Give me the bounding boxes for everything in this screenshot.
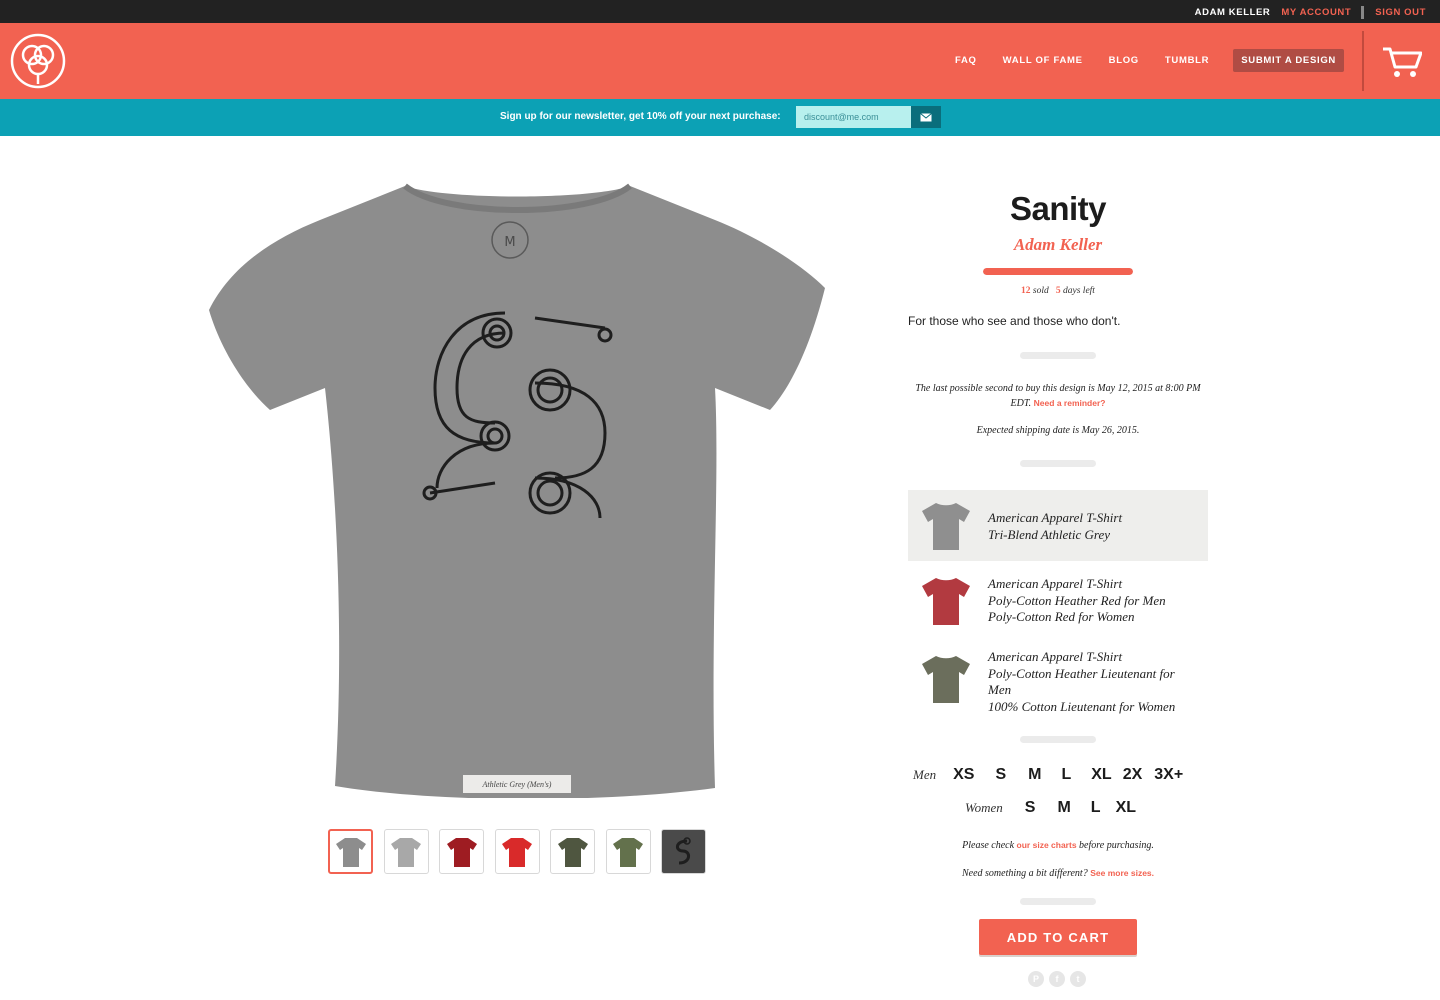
thumbnail-gallery bbox=[328, 829, 717, 874]
size-chart-link[interactable]: our size charts bbox=[1017, 840, 1077, 850]
womens-size-label: Women bbox=[965, 800, 1003, 815]
olive-shirt-icon bbox=[922, 656, 970, 703]
thumbnail-design-art[interactable] bbox=[661, 829, 706, 874]
facebook-icon[interactable]: f bbox=[1049, 971, 1065, 987]
style-option-line: American Apparel T-Shirt bbox=[988, 576, 1123, 591]
more-sizes-prefix: Need something a bit different? bbox=[961, 868, 1088, 879]
size-mens-xl[interactable]: XL bbox=[1091, 766, 1111, 784]
thumbnail-lieutenant-womens[interactable] bbox=[605, 829, 651, 874]
newsletter-email-input[interactable] bbox=[796, 106, 911, 128]
size-mens-s[interactable]: S bbox=[995, 766, 1006, 784]
section-divider bbox=[1020, 898, 1096, 905]
section-divider bbox=[1020, 352, 1096, 359]
deadline-text: The last possible second to buy this des… bbox=[908, 382, 1208, 411]
thumbnail-red-mens[interactable] bbox=[439, 829, 484, 874]
sold-count: 12 bbox=[1021, 286, 1031, 296]
nav-tumblr[interactable]: TUMBLR bbox=[1165, 55, 1209, 66]
size-chart-note: Please check our size charts before purc… bbox=[908, 840, 1208, 851]
thumbnail-grey-womens[interactable] bbox=[383, 829, 429, 874]
size-womens-m[interactable]: M bbox=[1057, 799, 1070, 817]
svg-text:M: M bbox=[504, 235, 515, 250]
style-option-line: Poly-Cotton Red for Women bbox=[988, 609, 1135, 624]
size-mens-2x[interactable]: 2X bbox=[1123, 766, 1143, 784]
nav-wall-of-fame[interactable]: WALL OF FAME bbox=[1003, 55, 1083, 66]
product-image: M bbox=[209, 183, 825, 798]
style-option-lieutenant[interactable]: American Apparel T-Shirt Poly-Cotton Hea… bbox=[908, 649, 1208, 721]
header-divider bbox=[1362, 31, 1364, 91]
red-shirt-icon bbox=[502, 837, 532, 867]
twitter-icon[interactable]: t bbox=[1070, 971, 1086, 987]
grey-shirt-icon bbox=[335, 837, 366, 867]
sales-progress-bar bbox=[983, 268, 1133, 275]
green-shirt-icon bbox=[613, 837, 643, 867]
thumbnail-lieutenant-mens[interactable] bbox=[550, 829, 595, 874]
shipping-date: Expected shipping date is May 26, 2015. bbox=[976, 425, 1140, 436]
shopping-cart-icon[interactable] bbox=[1382, 45, 1422, 79]
size-mens-xs[interactable]: XS bbox=[953, 766, 974, 784]
style-option-grey[interactable]: American Apparel T-Shirt Tri-Blend Athle… bbox=[908, 490, 1208, 561]
style-option-line: Poly-Cotton Heather Red for Men bbox=[988, 592, 1166, 608]
days-label: days left bbox=[1063, 286, 1095, 296]
mens-size-row: Men XS S M L XL 2X 3X+ bbox=[913, 766, 1183, 784]
mens-size-label: Men bbox=[913, 767, 937, 782]
image-caption: Athletic Grey (Men's) bbox=[463, 775, 571, 793]
product-title: Sanity bbox=[1009, 190, 1107, 227]
submit-design-button[interactable]: SUBMIT A DESIGN bbox=[1233, 49, 1344, 72]
womens-size-row: Women S M L XL bbox=[965, 799, 1136, 817]
add-to-cart-button[interactable]: ADD TO CART bbox=[979, 919, 1137, 955]
pinterest-icon[interactable]: P bbox=[1028, 971, 1044, 987]
envelope-icon bbox=[920, 112, 932, 121]
olive-shirt-icon bbox=[557, 837, 588, 867]
size-womens-xl[interactable]: XL bbox=[1116, 799, 1136, 817]
sign-out-link[interactable]: SIGN OUT bbox=[1375, 7, 1426, 18]
size-chart-suffix: before purchasing. bbox=[1079, 840, 1154, 851]
thumbnail-red-womens[interactable] bbox=[494, 829, 540, 874]
sales-stats: 12 sold 5 days left bbox=[908, 286, 1208, 296]
product-tagline: For those who see and those who don't. bbox=[908, 314, 1121, 328]
main-nav: FAQ WALL OF FAME BLOG TUMBLR SUBMIT A DE… bbox=[929, 49, 1344, 72]
sold-label: sold bbox=[1032, 286, 1049, 296]
style-option-line: 100% Cotton Lieutenant for Women bbox=[988, 698, 1176, 714]
size-mens-m[interactable]: M bbox=[1028, 766, 1041, 784]
more-sizes-link[interactable]: See more sizes. bbox=[1090, 868, 1154, 878]
section-divider bbox=[1020, 460, 1096, 467]
my-account-link[interactable]: MY ACCOUNT bbox=[1281, 7, 1351, 18]
size-mens-l[interactable]: L bbox=[1061, 766, 1071, 784]
style-option-line: American Apparel T-Shirt bbox=[988, 510, 1123, 525]
section-divider bbox=[1020, 736, 1096, 743]
style-option-line: Men bbox=[988, 682, 1012, 697]
artist-name-link[interactable]: Adam Keller bbox=[908, 235, 1208, 255]
more-sizes-note: Need something a bit different? See more… bbox=[908, 868, 1208, 879]
cotton-bureau-logo-icon[interactable] bbox=[9, 32, 67, 90]
nav-blog[interactable]: BLOG bbox=[1109, 55, 1139, 66]
style-option-line: Tri-Blend Athletic Grey bbox=[988, 526, 1111, 542]
nav-faq[interactable]: FAQ bbox=[955, 55, 977, 66]
design-art-icon bbox=[675, 836, 691, 864]
size-womens-s[interactable]: S bbox=[1025, 799, 1036, 817]
account-divider bbox=[1361, 6, 1365, 19]
reminder-link[interactable]: Need a reminder? bbox=[1034, 398, 1106, 408]
size-chart-prefix: Please check bbox=[962, 840, 1015, 851]
newsletter-label: Sign up for our newsletter, get 10% off … bbox=[500, 111, 781, 122]
red-shirt-icon bbox=[922, 578, 970, 625]
days-count: 5 bbox=[1055, 286, 1061, 296]
newsletter-submit-button[interactable] bbox=[911, 106, 941, 128]
thumbnail-grey-mens[interactable] bbox=[328, 829, 373, 874]
sales-progress-fill bbox=[983, 268, 1133, 275]
newsletter-bar: Sign up for our newsletter, get 10% off … bbox=[0, 99, 1440, 136]
size-womens-l[interactable]: L bbox=[1091, 799, 1101, 817]
style-option-line: Poly-Cotton Heather Lieutenant for bbox=[988, 665, 1175, 681]
grey-shirt-icon bbox=[922, 503, 970, 550]
social-share: P f t bbox=[1028, 971, 1091, 987]
size-mens-3x[interactable]: 3X+ bbox=[1154, 766, 1183, 784]
dark-red-shirt-icon bbox=[446, 837, 477, 867]
light-grey-shirt-icon bbox=[391, 837, 421, 867]
style-option-line: American Apparel T-Shirt bbox=[988, 649, 1123, 664]
account-bar: ADAM KELLER MY ACCOUNT SIGN OUT bbox=[0, 0, 1440, 23]
style-option-red[interactable]: American Apparel T-Shirt Poly-Cotton Hea… bbox=[908, 573, 1208, 633]
site-header: FAQ WALL OF FAME BLOG TUMBLR SUBMIT A DE… bbox=[0, 23, 1440, 99]
username: ADAM KELLER bbox=[1194, 7, 1271, 18]
